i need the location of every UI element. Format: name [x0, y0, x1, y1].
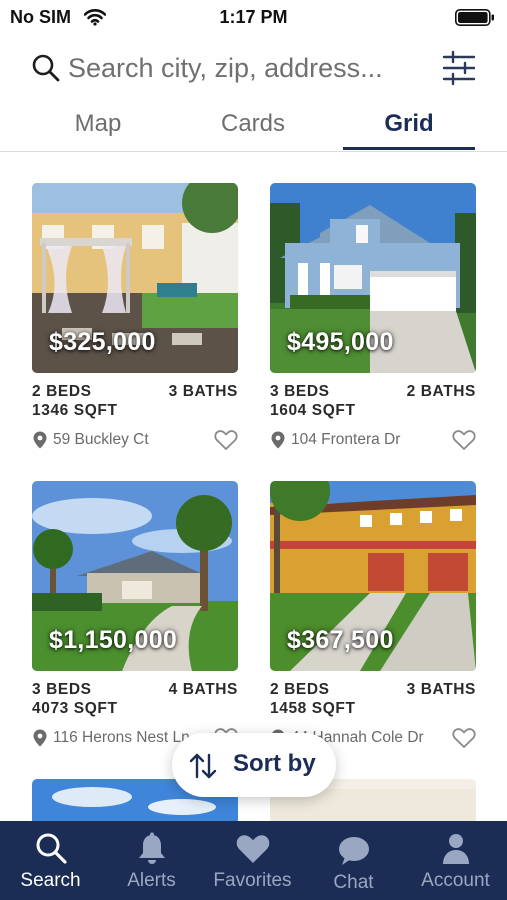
- location-pin-icon: [33, 729, 47, 747]
- nav-alerts-label: Alerts: [127, 870, 176, 891]
- nav-alerts[interactable]: Alerts: [101, 821, 202, 900]
- listing-sqft: 1604 SQFT: [270, 402, 356, 419]
- nav-chat-label: Chat: [333, 872, 374, 893]
- chat-bubble-icon: [338, 837, 369, 865]
- listing-address: 104 Frontera Dr: [291, 431, 401, 448]
- listing-baths: 2 BATHS: [406, 383, 476, 400]
- bottom-nav: Search Alerts Favorites Chat Account: [0, 821, 507, 900]
- nav-search[interactable]: Search: [0, 821, 101, 900]
- listing-photo[interactable]: $367,500: [270, 481, 476, 671]
- sort-by-label: Sort by: [233, 750, 316, 777]
- listing-beds: 2 BEDS: [32, 383, 92, 400]
- nav-account[interactable]: Account: [405, 821, 506, 900]
- nav-chat[interactable]: Chat: [303, 821, 404, 900]
- listing-photo[interactable]: $325,000: [32, 183, 238, 373]
- listing-photo[interactable]: $1,150,000: [32, 481, 238, 671]
- listing-price: $325,000: [49, 328, 156, 356]
- listing-photo[interactable]: $495,000: [270, 183, 476, 373]
- listing-beds: 3 BEDS: [32, 681, 92, 698]
- search-icon: [32, 54, 60, 82]
- favorite-heart-icon[interactable]: [452, 727, 476, 749]
- listing-sqft: 1346 SQFT: [32, 402, 118, 419]
- heart-icon: [236, 835, 269, 863]
- location-pin-icon: [271, 431, 285, 449]
- active-tab-indicator: [343, 147, 475, 150]
- listing-price: $495,000: [287, 328, 394, 356]
- search-bar: [0, 44, 507, 92]
- view-tabs: Map Cards Grid: [0, 100, 507, 152]
- nav-favorites[interactable]: Favorites: [202, 821, 303, 900]
- filter-sliders-icon[interactable]: [441, 49, 477, 87]
- status-bar: No SIM 1:17 PM: [0, 0, 507, 36]
- search-input[interactable]: [68, 49, 428, 87]
- listing-baths: 4 BATHS: [168, 681, 238, 698]
- listing-baths: 3 BATHS: [406, 681, 476, 698]
- listing-beds: 3 BEDS: [270, 383, 330, 400]
- listing-price: $367,500: [287, 626, 394, 654]
- search-icon: [36, 833, 67, 864]
- favorite-heart-icon[interactable]: [452, 429, 476, 451]
- nav-search-label: Search: [20, 870, 81, 891]
- bell-icon: [138, 832, 165, 864]
- listing-beds: 2 BEDS: [270, 681, 330, 698]
- battery-icon: [455, 9, 494, 26]
- status-time: 1:17 PM: [219, 7, 288, 27]
- nav-account-label: Account: [421, 870, 490, 891]
- nav-favorites-label: Favorites: [213, 870, 292, 891]
- listing-baths: 3 BATHS: [168, 383, 238, 400]
- sort-by-button[interactable]: Sort by: [172, 733, 336, 797]
- tab-map[interactable]: Map: [48, 100, 148, 150]
- listing-address: 59 Buckley Ct: [53, 431, 149, 448]
- tab-grid[interactable]: Grid: [359, 100, 459, 150]
- listing-sqft: 4073 SQFT: [32, 700, 118, 717]
- favorite-heart-icon[interactable]: [214, 429, 238, 451]
- sort-arrows-icon: [189, 753, 217, 779]
- person-icon: [442, 834, 469, 864]
- location-pin-icon: [33, 431, 47, 449]
- tab-cards[interactable]: Cards: [203, 100, 303, 150]
- listing-price: $1,150,000: [49, 626, 178, 654]
- listing-sqft: 1458 SQFT: [270, 700, 356, 717]
